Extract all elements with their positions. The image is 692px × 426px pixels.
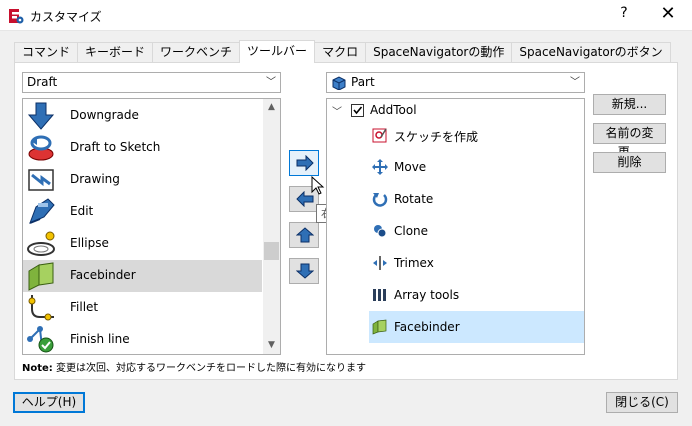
downgrade-icon bbox=[27, 102, 55, 130]
command-list[interactable]: Downgrade Draft to Sketch Drawing Edit E… bbox=[22, 98, 281, 355]
list-item[interactable]: Draft to Sketch bbox=[23, 132, 262, 164]
tab-keyboard[interactable]: キーボード bbox=[77, 42, 154, 63]
tree-item[interactable]: スケッチを作成 bbox=[327, 119, 584, 151]
facebinder-icon bbox=[28, 262, 54, 291]
tab-workbenches[interactable]: ワークベンチ bbox=[152, 42, 241, 63]
trimex-icon bbox=[373, 256, 387, 270]
close-button[interactable]: 閉じる(C) bbox=[606, 392, 678, 413]
window-title: カスタマイズ bbox=[30, 10, 102, 24]
category-value: Draft bbox=[27, 75, 58, 89]
list-item[interactable]: Fillet bbox=[23, 292, 262, 324]
command-label: Downgrade bbox=[70, 108, 139, 122]
tree-item-label: Move bbox=[394, 160, 427, 174]
move-down-button[interactable] bbox=[289, 258, 319, 284]
command-label: Ellipse bbox=[70, 236, 109, 250]
workbench-value: Part bbox=[351, 75, 375, 89]
tree-item-label: Clone bbox=[394, 224, 429, 238]
draft-to-sketch-icon bbox=[28, 135, 54, 161]
note-body: 変更は次回、対応するワークベンチをロードした際に有効になります bbox=[52, 363, 366, 374]
tab-bar: コマンド キーボード ワークベンチ ツールバー マクロ SpaceNavigat… bbox=[14, 40, 671, 63]
array-tools-icon bbox=[373, 289, 386, 301]
list-item[interactable]: Downgrade bbox=[23, 100, 262, 132]
tree-collapse-icon[interactable]: ﹀ bbox=[332, 103, 342, 118]
help-button[interactable]: ヘルプ(H) bbox=[13, 392, 85, 413]
arrow-right-icon bbox=[296, 155, 314, 171]
command-label: Finish line bbox=[70, 332, 130, 346]
create-sketch-icon bbox=[372, 128, 387, 143]
command-label: Draft to Sketch bbox=[70, 140, 161, 154]
checkmark-icon bbox=[353, 106, 363, 115]
list-item[interactable]: Drawing bbox=[23, 164, 262, 196]
arrow-down-icon bbox=[296, 263, 314, 279]
tree-item[interactable]: Array tools bbox=[327, 279, 584, 311]
mouse-cursor-icon bbox=[311, 176, 325, 195]
scroll-thumb[interactable] bbox=[264, 242, 279, 260]
tab-macros[interactable]: マクロ bbox=[314, 42, 367, 63]
freecad-logo-icon bbox=[9, 9, 24, 24]
finish-line-icon bbox=[27, 326, 54, 353]
move-right-button[interactable] bbox=[289, 150, 319, 176]
category-combobox[interactable]: Draft ﹀ bbox=[22, 72, 281, 93]
tree-item[interactable]: Rotate bbox=[327, 183, 584, 215]
rename-toolbar-button[interactable]: 名前の変更... bbox=[593, 123, 666, 159]
move-icon bbox=[372, 159, 388, 175]
rotate-icon bbox=[372, 193, 388, 207]
tree-item-label: スケッチを作成 bbox=[394, 130, 479, 144]
tree-item[interactable]: Move bbox=[327, 151, 584, 183]
tree-item-label: Facebinder bbox=[394, 320, 460, 334]
tab-commands[interactable]: コマンド bbox=[14, 42, 79, 63]
title-bar: カスタマイズ ? ✕ bbox=[0, 0, 692, 31]
chevron-down-icon: ﹀ bbox=[266, 77, 276, 88]
tab-toolbars[interactable]: ツールバー bbox=[239, 40, 316, 63]
tab-spacenavigator-buttons[interactable]: SpaceNavigatorのボタン bbox=[511, 42, 671, 63]
tree-item[interactable]: Clone bbox=[327, 215, 584, 247]
command-list-scrollbar[interactable]: ▲ ▼ bbox=[263, 99, 280, 354]
part-workbench-icon bbox=[332, 76, 346, 90]
toolbar-checkbox[interactable] bbox=[351, 104, 364, 117]
command-label: Facebinder bbox=[70, 268, 136, 282]
workbench-combobox[interactable]: Part ﹀ bbox=[326, 72, 585, 93]
delete-toolbar-button[interactable]: 削除 bbox=[593, 152, 666, 173]
tree-item[interactable]: Trimex bbox=[327, 247, 584, 279]
list-item[interactable]: Finish line bbox=[23, 324, 262, 354]
note-prefix: Note: bbox=[22, 363, 53, 374]
toolbar-name: AddTool bbox=[370, 103, 417, 117]
tab-spacenavigator-motion[interactable]: SpaceNavigatorの動作 bbox=[365, 42, 513, 63]
arrow-up-icon bbox=[296, 227, 314, 243]
fillet-icon bbox=[28, 295, 54, 321]
facebinder-icon bbox=[372, 319, 387, 335]
tree-item-label: Array tools bbox=[394, 288, 460, 302]
toolbar-tree[interactable]: ﹀ AddTool スケッチを作成 Move Rotate Clone Trim… bbox=[326, 98, 585, 355]
tree-item-label: Trimex bbox=[394, 256, 434, 270]
command-label: Edit bbox=[70, 204, 94, 218]
new-toolbar-button[interactable]: 新規... bbox=[593, 94, 666, 115]
command-label: Fillet bbox=[70, 300, 99, 314]
list-item[interactable]: Facebinder bbox=[23, 260, 262, 292]
move-up-button[interactable] bbox=[289, 222, 319, 248]
edit-icon bbox=[29, 198, 55, 224]
list-item[interactable]: Ellipse bbox=[23, 228, 262, 260]
list-item[interactable]: Edit bbox=[23, 196, 262, 228]
close-window-button[interactable]: ✕ bbox=[656, 3, 680, 24]
clone-icon bbox=[374, 225, 387, 238]
command-label: Drawing bbox=[70, 172, 120, 186]
scroll-down-icon[interactable]: ▼ bbox=[263, 337, 280, 354]
ellipse-icon bbox=[27, 231, 55, 256]
help-title-button[interactable]: ? bbox=[614, 5, 634, 21]
note-text: Note: 変更は次回、対応するワークベンチをロードした際に有効になります bbox=[22, 359, 366, 374]
chevron-down-icon: ﹀ bbox=[570, 77, 580, 88]
scroll-up-icon[interactable]: ▲ bbox=[263, 99, 280, 116]
tree-item-label: Rotate bbox=[394, 192, 434, 206]
drawing-icon bbox=[28, 169, 54, 191]
tree-item[interactable]: Facebinder bbox=[369, 311, 584, 343]
